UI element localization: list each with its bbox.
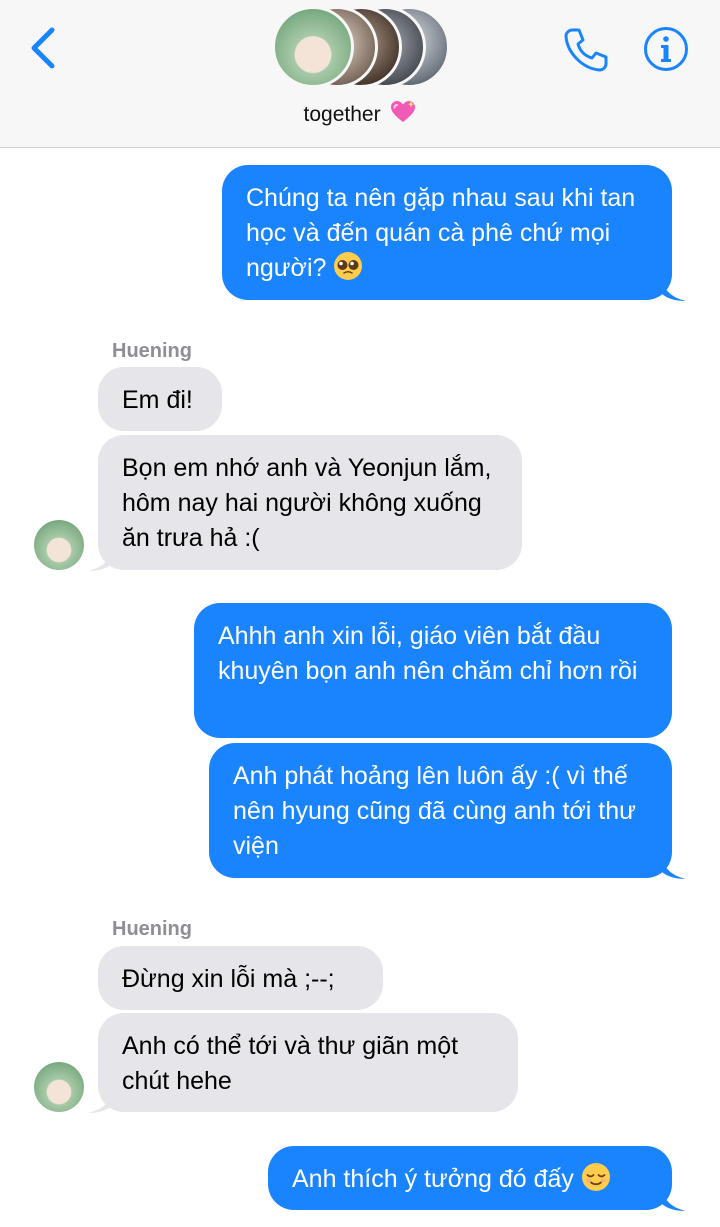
back-button[interactable] xyxy=(26,24,66,74)
sparkling-heart-emoji xyxy=(391,101,416,122)
message-bubble-incoming[interactable]: Bọn em nhớ anh và Yeonjun lắm, hôm nay h… xyxy=(98,435,522,570)
chevron-left-icon xyxy=(31,27,55,69)
message-bubble-incoming[interactable]: Đừng xin lỗi mà ;--; xyxy=(98,946,383,1010)
member-avatar xyxy=(272,6,354,88)
message-bubble-outgoing[interactable]: Anh phát hoảng lên luôn ấy :( vì thế nên… xyxy=(209,743,672,878)
bubble-tail xyxy=(662,858,686,879)
message-bubble-outgoing[interactable]: Chúng ta nên gặp nhau sau khi tan học và… xyxy=(222,165,672,300)
info-button[interactable] xyxy=(643,26,689,72)
group-avatar-stack[interactable] xyxy=(272,6,452,88)
message-bubble-incoming[interactable]: Em đi! xyxy=(98,367,222,431)
sender-name: Huening xyxy=(112,918,192,940)
chat-header: together xyxy=(0,0,720,148)
bubble-tail xyxy=(662,1190,686,1211)
call-button[interactable] xyxy=(562,26,610,74)
bubble-tail xyxy=(88,1092,112,1113)
info-icon xyxy=(644,27,688,71)
group-name[interactable]: together xyxy=(0,100,720,127)
contact-avatar[interactable] xyxy=(34,520,84,570)
phone-icon xyxy=(564,28,608,72)
message-bubble-outgoing[interactable]: Anh thích ý tưởng đó đấy xyxy=(268,1146,672,1210)
pleading-face-emoji xyxy=(334,252,363,280)
bubble-tail xyxy=(662,280,686,301)
sender-name: Huening xyxy=(112,340,192,362)
relieved-face-emoji xyxy=(581,1163,610,1191)
message-bubble-outgoing[interactable]: Ahhh anh xin lỗi, giáo viên bắt đầu khuy… xyxy=(194,603,672,738)
message-bubble-incoming[interactable]: Anh có thể tới và thư giãn một chút hehe xyxy=(98,1013,518,1112)
contact-avatar[interactable] xyxy=(34,1062,84,1112)
bubble-tail xyxy=(88,550,112,571)
